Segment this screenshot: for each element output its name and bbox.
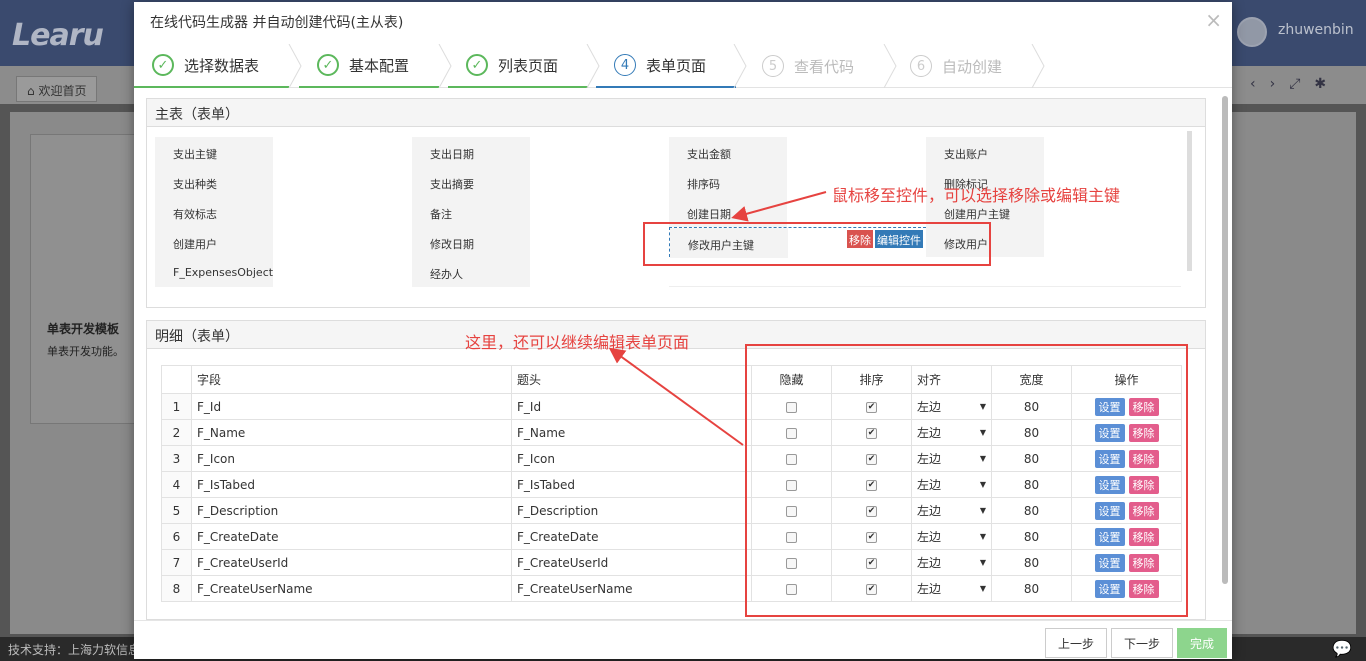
cell-field: F_IsTabed [191,471,512,498]
cell-field: F_CreateDate [191,523,512,550]
col-field: 字段 [191,365,512,394]
cell-title[interactable]: F_Icon [511,445,752,472]
master-field-input[interactable] [530,167,669,197]
master-field-control[interactable]: 备注 [412,197,669,227]
row-number: 2 [161,419,192,446]
master-field-label: 有效标志 [155,197,273,227]
row-number: 4 [161,471,192,498]
row-number: 1 [161,393,192,420]
avatar[interactable] [1237,17,1267,47]
cell-field: F_CreateUserName [191,575,512,602]
master-field-control[interactable]: 支出账户 [926,137,1183,167]
master-panel-title: 主表（表单） [147,99,1205,127]
finish-button[interactable]: 完成 [1177,628,1228,658]
master-row: 支出主键 支出日期 支出金额 支出账户 [155,137,1183,167]
cell-field: F_Icon [191,445,512,472]
annotation-box-master [643,222,991,266]
master-field-label: F_ExpensesObject [155,257,273,287]
tab-home-label: 欢迎首页 [38,84,87,98]
gear-icon[interactable]: ✱ [1314,76,1340,92]
scrollbar-thumb[interactable] [1222,96,1228,584]
cell-title[interactable]: F_Description [511,497,752,524]
master-field-label: 创建用户 [155,227,273,257]
master-field-control[interactable]: 支出金额 [669,137,926,167]
row-number: 6 [161,523,192,550]
card-title: 单表开发模板 [47,322,120,336]
master-field-input[interactable] [273,257,412,287]
master-field-label: 支出金额 [669,137,787,167]
cell-field: F_CreateUserId [191,549,512,576]
wizard-steps: ✓ 选择数据表 ✓ 基本配置 ✓ 列表页面 4 表单页面 5 查看代码 6 自动创建 [134,44,1232,88]
user-name[interactable]: zhuwenbin [1278,22,1354,38]
master-field-label: 备注 [412,197,530,227]
next-button[interactable]: 下一步 [1111,628,1174,658]
footer-text: 技术支持：上海力软信息 [8,643,141,657]
cell-title[interactable]: F_CreateDate [511,523,752,550]
master-scrollbar[interactable] [1187,131,1192,271]
template-card[interactable] [30,134,140,424]
chevron-right-icon[interactable]: › [1270,76,1290,92]
cell-field: F_Description [191,497,512,524]
master-field-label: 排序码 [669,167,787,197]
cell-title[interactable]: F_CreateUserId [511,549,752,576]
master-field-input[interactable] [273,197,412,227]
row-number: 5 [161,497,192,524]
master-field-label: 支出主键 [155,137,273,167]
cell-title[interactable]: F_Name [511,419,752,446]
cell-title[interactable]: F_Id [511,393,752,420]
master-field-input[interactable] [273,137,412,167]
master-field-label: 支出日期 [412,137,530,167]
cell-field: F_Name [191,419,512,446]
master-field-control[interactable]: 创建用户 [155,227,412,257]
master-field-input[interactable] [787,137,926,167]
row-number: 8 [161,575,192,602]
master-field-label: 支出种类 [155,167,273,197]
master-field-label: 修改日期 [412,227,530,257]
cell-title[interactable]: F_CreateUserName [511,575,752,602]
modal-footer: 上一步 下一步 完成 [134,620,1232,659]
master-field-input[interactable] [273,227,412,257]
master-field-input[interactable] [273,167,412,197]
tab-nav-icons[interactable]: ‹›⤢✱ [1250,76,1340,92]
master-field-control[interactable]: 支出种类 [155,167,412,197]
cell-field: F_Id [191,393,512,420]
prev-button[interactable]: 上一步 [1045,628,1108,658]
master-field-control[interactable]: 修改日期 [412,227,669,257]
master-field-control[interactable]: 支出主键 [155,137,412,167]
card-desc: 单表开发功能。 [47,345,124,358]
close-icon[interactable]: × [1205,8,1222,32]
chat-icon[interactable]: 💬 [1332,639,1352,658]
master-field-control[interactable]: 支出日期 [412,137,669,167]
fullscreen-icon[interactable]: ⤢ [1289,76,1314,92]
master-field-control[interactable]: 有效标志 [155,197,412,227]
col-title: 题头 [511,365,752,394]
master-field-input[interactable] [1044,227,1183,257]
annotation-box-detail [745,344,1188,617]
master-field-control[interactable]: F_ExpensesObject [155,257,412,287]
master-field-label: 经办人 [412,257,530,287]
modal-title: 在线代码生成器 并自动创建代码(主从表) [150,15,404,31]
step-separators [288,44,1045,88]
row-number: 3 [161,445,192,472]
master-field-input[interactable] [530,137,669,167]
chevron-left-icon[interactable]: ‹ [1250,76,1270,92]
master-field-input[interactable] [1044,137,1183,167]
row-number: 7 [161,549,192,576]
cell-title[interactable]: F_IsTabed [511,471,752,498]
master-field-control[interactable]: 经办人 [412,257,669,287]
master-field-label: 支出摘要 [412,167,530,197]
col-num [161,365,192,394]
master-field-control[interactable]: 支出摘要 [412,167,669,197]
tab-home[interactable]: ⌂ 欢迎首页 [16,76,98,102]
master-field-label: 支出账户 [926,137,1044,167]
annotation-text-top: 鼠标移至控件，可以选择移除或编辑主键 [832,186,1121,205]
modal-scrollbar[interactable] [1222,96,1228,584]
app-logo: Learu [12,18,104,53]
home-icon: ⌂ [27,84,35,98]
annotation-text-middle: 这里，还可以继续编辑表单页面 [465,333,690,352]
